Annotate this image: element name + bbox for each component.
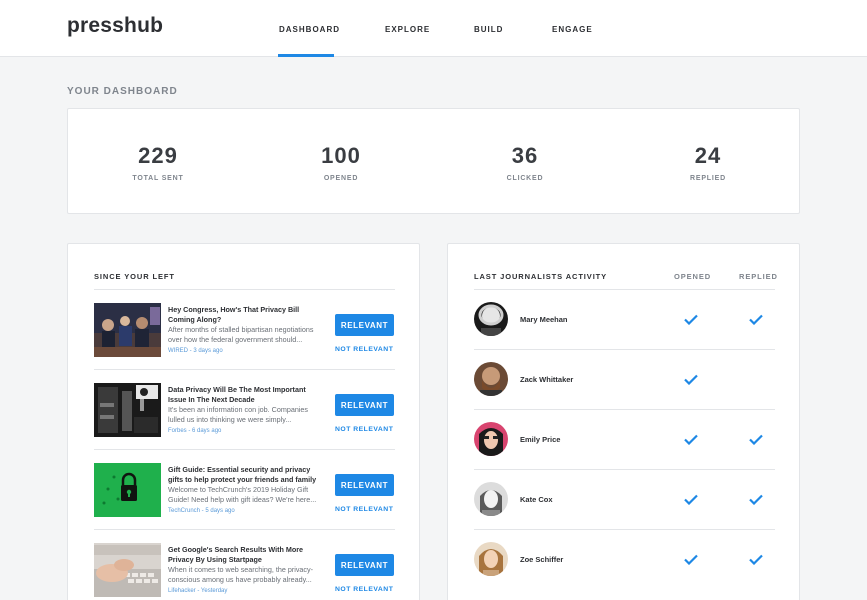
article-title[interactable]: Data Privacy Will Be The Most Important … — [168, 385, 326, 404]
article-title[interactable]: Gift Guide: Essential security and priva… — [168, 465, 326, 484]
article-source: Lifehacker - Yesterday — [168, 588, 228, 594]
opened-check-icon — [684, 494, 698, 505]
card-title: LAST JOURNALISTS ACTIVITY — [474, 272, 608, 281]
replied-check-icon — [749, 314, 763, 325]
stat-value: 24 — [694, 143, 722, 168]
stat-opened: 100 OPENED — [281, 143, 401, 182]
replied-check-icon — [749, 434, 763, 445]
stat-label: OPENED — [323, 175, 359, 182]
top-bar: presshub DASHBOARD EXPLORE BUILD ENGAGE — [0, 0, 867, 57]
column-replied: REPLIED — [739, 272, 778, 281]
stat-value: 229 — [138, 143, 178, 168]
nav-dashboard[interactable]: DASHBOARD — [279, 25, 340, 34]
relevant-button[interactable]: RELEVANT — [335, 394, 394, 416]
article-title[interactable]: Get Google's Search Results With More Pr… — [168, 545, 326, 564]
article-source: Forbes - 6 days ago — [168, 428, 222, 434]
article-item: Gift Guide: Essential security and priva… — [94, 449, 395, 529]
article-snippet: It's been an information con job. Compan… — [168, 405, 309, 424]
article-thumbnail[interactable] — [94, 383, 161, 437]
avatar — [474, 362, 508, 396]
not-relevant-link[interactable]: NOT RELEVANT — [335, 506, 396, 513]
stat-value: 36 — [511, 143, 539, 168]
relevant-button[interactable]: RELEVANT — [335, 474, 394, 496]
article-snippet: After months of stalled bipartisan negot… — [168, 325, 314, 344]
opened-check-icon — [684, 554, 698, 565]
journalists-activity-card: LAST JOURNALISTS ACTIVITY OPENED REPLIED… — [447, 243, 800, 600]
nav-explore[interactable]: EXPLORE — [385, 25, 430, 34]
replied-check-icon — [749, 554, 763, 565]
article-item: Get Google's Search Results With More Pr… — [94, 529, 395, 600]
stat-value: 100 — [321, 143, 361, 168]
card-title: SINCE YOUR LEFT — [94, 272, 175, 281]
stats-card: 229 TOTAL SENT 100 OPENED 36 CLICKED 24 … — [67, 108, 800, 214]
journalist-name: Emily Price — [520, 435, 561, 444]
stat-clicked: 36 CLICKED — [465, 143, 585, 182]
article-snippet: When it comes to web searching, the priv… — [168, 565, 314, 584]
relevant-button[interactable]: RELEVANT — [335, 314, 394, 336]
article-source: TechCrunch - 5 days ago — [168, 508, 235, 514]
journalist-name: Mary Meehan — [520, 315, 568, 324]
active-tab-indicator — [278, 54, 334, 57]
article-title[interactable]: Hey Congress, How's That Privacy Bill Co… — [168, 305, 326, 324]
stat-label: REPLIED — [690, 175, 726, 182]
avatar — [474, 422, 508, 456]
avatar — [474, 302, 508, 336]
article-item: Hey Congress, How's That Privacy Bill Co… — [94, 289, 395, 369]
journalist-name: Zoe Schiffer — [520, 555, 564, 564]
avatar — [474, 482, 508, 516]
stat-total-sent: 229 TOTAL SENT — [98, 143, 218, 182]
article-source: WIRED - 3 days ago — [168, 348, 223, 354]
stat-replied: 24 REPLIED — [648, 143, 768, 182]
nav-build[interactable]: BUILD — [474, 25, 503, 34]
stat-label: CLICKED — [506, 175, 544, 182]
journalist-row[interactable]: Zoe Schiffer — [474, 529, 775, 589]
column-opened: OPENED — [674, 272, 712, 281]
not-relevant-link[interactable]: NOT RELEVANT — [335, 426, 396, 433]
opened-check-icon — [684, 314, 698, 325]
article-snippet: Welcome to TechCrunch's 2019 Holiday Gif… — [168, 485, 317, 504]
nav-engage[interactable]: ENGAGE — [552, 25, 593, 34]
article-thumbnail[interactable] — [94, 303, 161, 357]
journalist-name: Zack Whittaker — [520, 375, 574, 384]
page-title: YOUR DASHBOARD — [67, 86, 178, 97]
journalist-name: Kate Cox — [520, 495, 553, 504]
opened-check-icon — [684, 374, 698, 385]
article-thumbnail[interactable] — [94, 463, 161, 517]
app-logo[interactable]: presshub — [67, 14, 163, 38]
relevant-button[interactable]: RELEVANT — [335, 554, 394, 576]
since-your-left-card: SINCE YOUR LEFT Hey Congress, How's That… — [67, 243, 420, 600]
replied-check-icon — [749, 494, 763, 505]
journalist-row[interactable]: Zack Whittaker — [474, 349, 775, 409]
avatar — [474, 542, 508, 576]
article-thumbnail[interactable] — [94, 543, 161, 597]
article-item: Data Privacy Will Be The Most Important … — [94, 369, 395, 449]
journalist-row[interactable]: Kate Cox — [474, 469, 775, 529]
stat-label: TOTAL SENT — [132, 175, 184, 182]
opened-check-icon — [684, 434, 698, 445]
not-relevant-link[interactable]: NOT RELEVANT — [335, 346, 396, 353]
journalist-row[interactable]: Emily Price — [474, 409, 775, 469]
journalist-row[interactable]: Mary Meehan — [474, 289, 775, 349]
not-relevant-link[interactable]: NOT RELEVANT — [335, 586, 396, 593]
